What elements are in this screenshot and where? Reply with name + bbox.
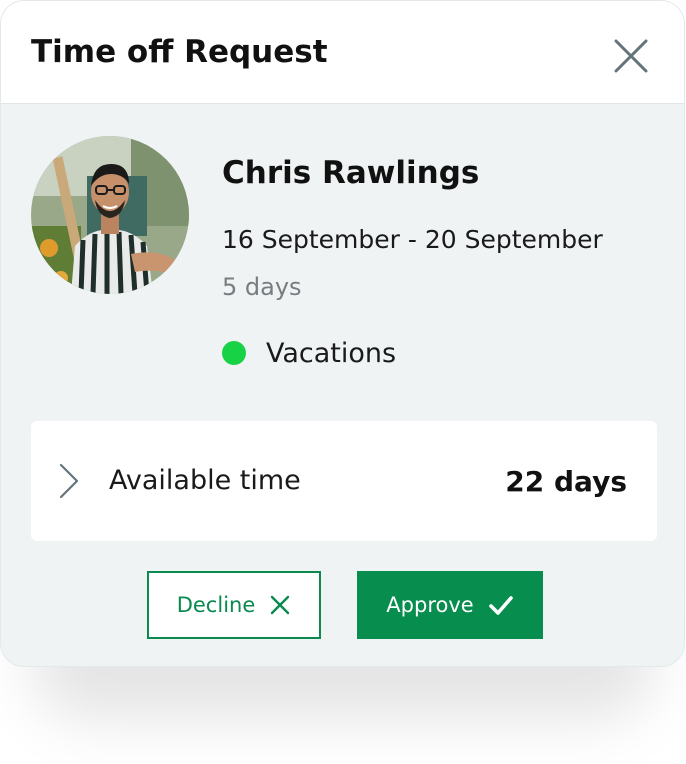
decline-button-label: Decline — [176, 593, 256, 617]
request-duration: 5 days — [222, 273, 302, 301]
time-off-request-dialog: Time off Request Chris Rawlings 16 Septe… — [0, 0, 685, 667]
available-time-row[interactable]: Available time 22 days — [31, 421, 657, 541]
available-time-value: 22 days — [505, 465, 627, 498]
close-button[interactable] — [609, 34, 653, 78]
request-dates: 16 September - 20 September — [222, 225, 603, 254]
avatar — [31, 136, 189, 294]
decline-button[interactable]: Decline — [147, 571, 321, 639]
leave-type: Vacations — [222, 335, 396, 371]
available-time-label: Available time — [109, 465, 301, 496]
dialog-header: Time off Request — [1, 1, 684, 104]
chevron-right-icon — [59, 463, 79, 499]
x-icon — [269, 594, 291, 616]
check-icon — [488, 594, 514, 616]
employee-name: Chris Rawlings — [222, 155, 480, 191]
leave-type-label: Vacations — [266, 337, 397, 369]
dialog-title: Time off Request — [31, 34, 328, 70]
status-dot-icon — [222, 341, 246, 365]
approve-button-label: Approve — [386, 593, 474, 617]
close-icon — [614, 39, 648, 73]
approve-button[interactable]: Approve — [357, 571, 543, 639]
